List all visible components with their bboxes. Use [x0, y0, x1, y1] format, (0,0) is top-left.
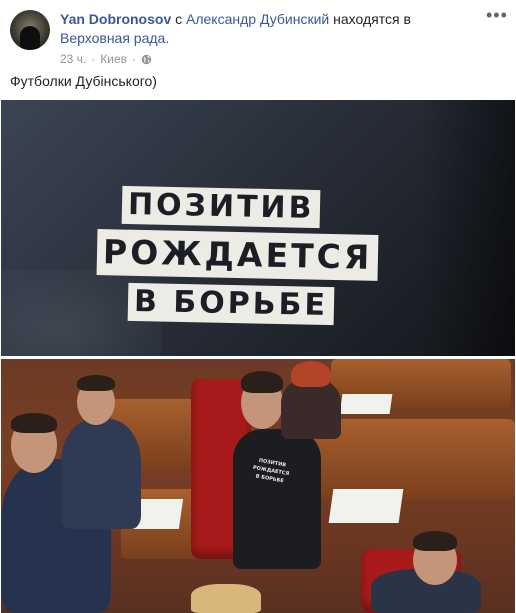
photo-shadow — [421, 100, 515, 356]
with-word: с — [175, 11, 183, 27]
author-name-link[interactable]: Yan Dobronosov — [60, 11, 171, 27]
paper — [328, 489, 404, 523]
person-hair — [291, 361, 331, 387]
post-header: Yan Dobronosov с Александр Дубинский нах… — [10, 6, 507, 68]
location-link[interactable]: Верховная рада. — [60, 30, 169, 46]
slogan-line-3: В БОРЬБЕ — [127, 282, 335, 326]
person-hair — [241, 371, 283, 393]
post-meta: 23 ч. · Киев · — [60, 52, 152, 66]
post-text: Футболки Дубінського) — [10, 73, 157, 89]
slogan-line-2: РОЖДАЕТСЯ — [96, 229, 379, 281]
post-header-line: Yan Dobronosov с Александр Дубинский нах… — [60, 10, 470, 48]
person-hair — [11, 413, 57, 433]
person-redhead — [281, 379, 341, 439]
location-phrase: находятся в — [333, 11, 411, 27]
author-avatar[interactable] — [10, 10, 50, 50]
slogan-line-1: ПОЗИТИВ — [121, 185, 321, 229]
photo-parliament-hall[interactable]: ПОЗИТИВ РОЖДАЕТСЯ В БОРЬБЕ — [1, 359, 515, 613]
globe-icon[interactable] — [141, 54, 152, 65]
person-hair — [77, 375, 115, 391]
post-time-link[interactable]: 23 ч. — [60, 52, 86, 66]
person-blonde — [191, 584, 261, 613]
person-standing-tshirt — [233, 429, 321, 569]
tagged-person-link[interactable]: Александр Дубинский — [186, 11, 329, 27]
post-city-link[interactable]: Киев — [100, 52, 127, 66]
person-hair — [413, 531, 457, 551]
more-options-icon[interactable]: ••• — [486, 6, 507, 26]
person-middle-left — [61, 419, 141, 529]
meta-separator-2: · — [132, 52, 137, 66]
meta-separator: · — [91, 52, 96, 66]
paper — [339, 394, 393, 414]
